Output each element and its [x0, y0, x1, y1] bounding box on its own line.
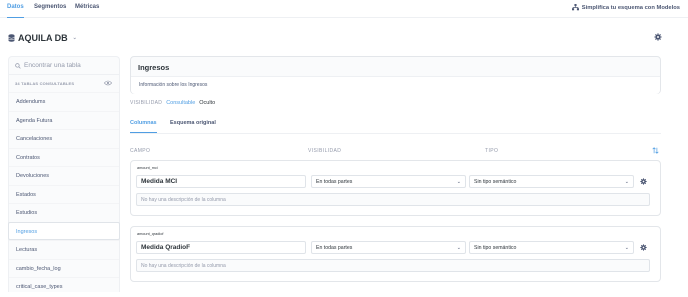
- table-item[interactable]: Estudios: [9, 203, 119, 222]
- field-row: amount_mci Medida MCI En todas partes ⌄ …: [130, 160, 661, 216]
- model-icon: [571, 4, 579, 11]
- table-count: 34 TABLAS CONSULTABLES: [15, 81, 75, 86]
- gear-icon[interactable]: [640, 178, 647, 185]
- field-type-select[interactable]: Sin tipo semántico ⌄: [469, 175, 634, 188]
- table-item[interactable]: Devoluciones: [9, 166, 119, 185]
- models-promo-link[interactable]: Simplifica tu esquema con Modelos: [571, 4, 680, 11]
- tab-columnas[interactable]: Columnas: [130, 120, 157, 133]
- chevron-down-icon: ⌄: [624, 179, 629, 185]
- top-nav: Datos Segmentos Métricas Simplifica tu e…: [0, 0, 688, 18]
- chevron-down-icon: ⌄: [456, 179, 461, 185]
- table-item[interactable]: Contratos: [9, 147, 119, 167]
- database-icon: [8, 34, 15, 42]
- field-description-input[interactable]: No hay una descripción de la columna: [136, 193, 650, 206]
- table-item[interactable]: Lecturas: [9, 240, 119, 259]
- field-type-value: Sin tipo semántico: [474, 245, 517, 251]
- table-subtabs: Columnas Esquema original: [130, 120, 661, 134]
- database-selector[interactable]: AQUILA DB ⌄: [8, 33, 77, 43]
- database-name: AQUILA DB: [18, 33, 68, 43]
- search-input[interactable]: Encontrar una tabla: [24, 62, 81, 69]
- field-db-name: amount_mci: [137, 166, 158, 170]
- field-type-select[interactable]: Sin tipo semántico ⌄: [469, 241, 634, 254]
- field-visibility-select[interactable]: En todas partes ⌄: [311, 241, 466, 254]
- field-visibility-value: En todas partes: [316, 179, 353, 185]
- field-visibility-value: En todas partes: [316, 245, 353, 251]
- tab-datos[interactable]: Datos: [7, 4, 24, 18]
- table-list: Addendums Agenda Futura Cancelaciones Co…: [8, 92, 120, 296]
- table-visibility: VISIBILIDAD Consultable Oculto: [130, 100, 215, 106]
- table-item[interactable]: critical_case_types: [9, 277, 119, 296]
- visibility-label: VISIBILIDAD: [130, 100, 163, 106]
- visibility-option-consultable[interactable]: Consultable: [166, 100, 195, 106]
- column-header-field: CAMPO: [130, 148, 151, 154]
- chevron-down-icon: ⌄: [624, 245, 629, 251]
- table-description-input[interactable]: Información sobre los Ingresos: [131, 76, 660, 94]
- field-type-value: Sin tipo semántico: [474, 179, 517, 185]
- field-display-name-input[interactable]: Medida QradioF: [136, 241, 306, 254]
- field-row: amount_qradiof Medida QradioF En todas p…: [130, 226, 661, 282]
- table-title-input[interactable]: Ingresos: [138, 63, 169, 72]
- search-icon: [15, 62, 21, 69]
- field-db-name: amount_qradiof: [137, 232, 164, 236]
- field-display-name-input[interactable]: Medida MCI: [136, 175, 306, 188]
- table-item[interactable]: Agenda Futura: [9, 110, 119, 130]
- table-header-card: Ingresos Información sobre los Ingresos: [130, 56, 661, 94]
- sort-icon[interactable]: [652, 147, 659, 154]
- column-header-visibility: VISIBILIDAD: [308, 148, 342, 154]
- table-item-active[interactable]: Ingresos: [8, 221, 120, 240]
- columns-header: CAMPO VISIBILIDAD TIPO: [130, 146, 661, 156]
- gear-icon[interactable]: [640, 244, 647, 251]
- field-description-input[interactable]: No hay una descripción de la columna: [136, 259, 650, 272]
- gear-icon[interactable]: [654, 33, 662, 41]
- visibility-option-oculto[interactable]: Oculto: [199, 100, 215, 106]
- table-item[interactable]: Estados: [9, 184, 119, 204]
- tab-esquema-original[interactable]: Esquema original: [170, 120, 216, 126]
- tab-segmentos[interactable]: Segmentos: [34, 4, 66, 10]
- column-header-type: TIPO: [485, 148, 499, 154]
- promo-label: Simplifica tu esquema con Modelos: [581, 4, 680, 11]
- table-item[interactable]: Addendums: [9, 92, 119, 111]
- table-sidebar: Encontrar una tabla 34 TABLAS CONSULTABL…: [8, 56, 120, 292]
- table-item[interactable]: cambio_fecha_log: [9, 258, 119, 278]
- eye-icon[interactable]: [104, 80, 112, 86]
- field-visibility-select[interactable]: En todas partes ⌄: [311, 175, 466, 188]
- tab-metricas[interactable]: Métricas: [75, 4, 99, 10]
- table-search[interactable]: Encontrar una tabla: [9, 57, 119, 75]
- chevron-down-icon: ⌄: [72, 35, 77, 41]
- table-item[interactable]: Cancelaciones: [9, 129, 119, 148]
- chevron-down-icon: ⌄: [456, 245, 461, 251]
